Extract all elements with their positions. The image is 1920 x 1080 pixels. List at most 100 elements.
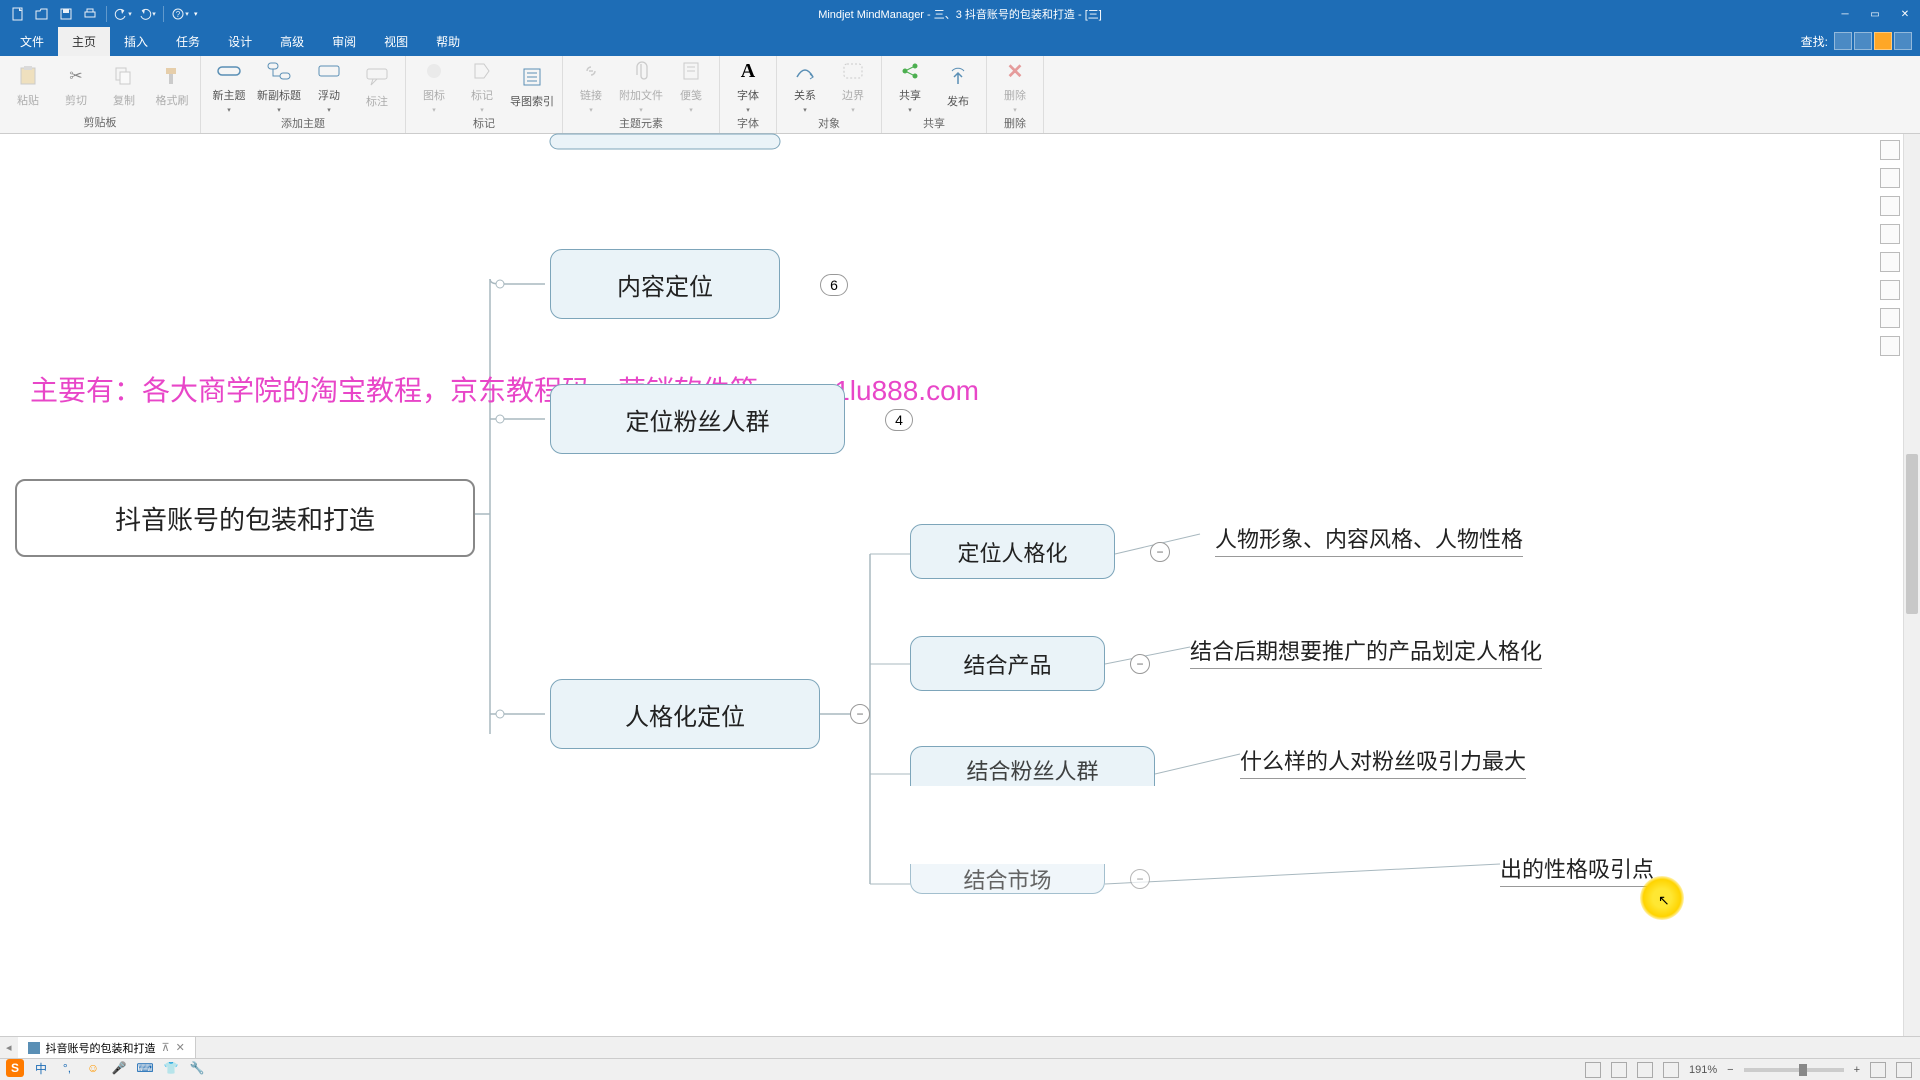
mindmap-node-persona-pos[interactable]: 定位人格化 — [910, 524, 1115, 579]
note-icon — [678, 58, 704, 84]
marker-group-label: 标记 — [414, 114, 554, 131]
tab-view[interactable]: 视图 — [370, 27, 422, 56]
ime-mic-icon[interactable]: 🎤 — [110, 1059, 128, 1077]
relation-button[interactable]: 关系▾ — [785, 58, 825, 114]
mindmap-node-content[interactable]: 内容定位 — [550, 249, 780, 319]
status-icon-2[interactable] — [1611, 1062, 1627, 1078]
sogou-icon[interactable]: S — [6, 1059, 24, 1077]
redo-icon[interactable]: ▾ — [137, 4, 157, 24]
icon-button[interactable]: 图标▾ — [414, 58, 454, 114]
new-topic-button[interactable]: 新主题▾ — [209, 58, 249, 114]
mindmap-leaf-market[interactable]: 出的性格吸引点 — [1500, 852, 1654, 887]
scrollbar-thumb[interactable] — [1906, 454, 1918, 614]
new-topic-icon — [216, 58, 242, 84]
collapse-toggle[interactable]: − — [850, 704, 870, 724]
mindmap-node-fans[interactable]: 定位粉丝人群 — [550, 384, 845, 454]
maximize-button[interactable]: ▭ — [1860, 0, 1890, 28]
status-icon-6[interactable] — [1896, 1062, 1912, 1078]
node-label: 结合市场 — [963, 863, 1051, 895]
node-badge-6[interactable]: 6 — [820, 274, 848, 296]
tab-home[interactable]: 主页 — [58, 27, 110, 56]
zoom-handle[interactable] — [1799, 1064, 1807, 1076]
node-label: 结合产品 — [963, 648, 1051, 680]
attach-button[interactable]: 附加文件▾ — [619, 58, 663, 114]
doctab-pin-icon[interactable]: ⊼ — [162, 1041, 170, 1054]
ime-emoji-icon[interactable]: ☺ — [84, 1059, 102, 1077]
map-index-icon — [519, 64, 545, 90]
tab-insert[interactable]: 插入 — [110, 27, 162, 56]
minimize-button[interactable]: ─ — [1830, 0, 1860, 28]
cut-icon: ✂ — [63, 63, 89, 89]
mindmap-leaf-fansgroup[interactable]: 什么样的人对粉丝吸引力最大 — [1240, 744, 1526, 779]
close-button[interactable]: ✕ — [1890, 0, 1920, 28]
font-button[interactable]: A字体▾ — [728, 58, 768, 114]
delete-button[interactable]: ✕删除▾ — [995, 58, 1035, 114]
tab-help[interactable]: 帮助 — [422, 27, 474, 56]
note-button[interactable]: 便笺▾ — [671, 58, 711, 114]
mindmap-node-persona[interactable]: 人格化定位 — [550, 679, 820, 749]
zoom-in-icon[interactable]: + — [1854, 1064, 1860, 1076]
new-file-icon[interactable] — [8, 4, 28, 24]
status-icon-1[interactable] — [1585, 1062, 1601, 1078]
save-icon[interactable] — [56, 4, 76, 24]
view-toggle-4[interactable] — [1894, 32, 1912, 50]
object-group-label: 对象 — [785, 114, 873, 131]
view-toggle-1[interactable] — [1834, 32, 1852, 50]
share-button[interactable]: 共享▾ — [890, 58, 930, 114]
tab-review[interactable]: 审阅 — [318, 27, 370, 56]
paste-icon — [15, 63, 41, 89]
mindmap-leaf-persona-pos[interactable]: 人物形象、内容风格、人物性格 — [1215, 522, 1523, 557]
view-toggle-2[interactable] — [1854, 32, 1872, 50]
status-icon-5[interactable] — [1870, 1062, 1886, 1078]
copy-button[interactable]: 复制 — [104, 63, 144, 108]
boundary-button[interactable]: 边界▾ — [833, 58, 873, 114]
collapse-toggle[interactable]: − — [1130, 654, 1150, 674]
print-icon[interactable] — [80, 4, 100, 24]
floating-button[interactable]: 浮动▾ — [309, 58, 349, 114]
map-index-button[interactable]: 导图索引 — [510, 64, 554, 109]
status-icon-3[interactable] — [1637, 1062, 1653, 1078]
ime-keyboard-icon[interactable]: ⌨ — [136, 1059, 154, 1077]
view-toggle-3[interactable] — [1874, 32, 1892, 50]
tab-file[interactable]: 文件 — [6, 27, 58, 56]
doctab-close-icon[interactable]: ✕ — [176, 1041, 185, 1054]
link-button[interactable]: 链接▾ — [571, 58, 611, 114]
tag-icon — [469, 58, 495, 84]
format-painter-icon — [159, 63, 185, 89]
tag-button[interactable]: 标记▾ — [462, 58, 502, 114]
mindmap-node-product[interactable]: 结合产品 — [910, 636, 1105, 691]
undo-icon[interactable]: ▾ — [113, 4, 133, 24]
new-subtopic-button[interactable]: 新副标题▾ — [257, 58, 301, 114]
ime-skin-icon[interactable]: 👕 — [162, 1059, 180, 1077]
vertical-scrollbar[interactable] — [1903, 134, 1920, 1040]
open-file-icon[interactable] — [32, 4, 52, 24]
collapse-toggle[interactable]: − — [1130, 869, 1150, 889]
publish-button[interactable]: 发布 — [938, 64, 978, 109]
ime-lang-icon[interactable]: 中 — [32, 1059, 50, 1077]
mindmap-node-fansgroup[interactable]: 结合粉丝人群 — [910, 746, 1155, 786]
paste-button[interactable]: 粘贴 — [8, 63, 48, 108]
mindmap-leaf-product[interactable]: 结合后期想要推广的产品划定人格化 — [1190, 634, 1542, 669]
collapse-toggle[interactable]: − — [1150, 542, 1170, 562]
help-icon[interactable]: ?▾ — [170, 4, 190, 24]
mindmap-root[interactable]: 抖音账号的包装和打造 — [15, 479, 475, 557]
status-icon-4[interactable] — [1663, 1062, 1679, 1078]
ime-punct-icon[interactable]: °, — [58, 1059, 76, 1077]
callout-button[interactable]: 标注 — [357, 64, 397, 109]
zoom-level[interactable]: 191% — [1689, 1064, 1717, 1076]
cut-button[interactable]: ✂剪切 — [56, 63, 96, 108]
mindmap-node-market[interactable]: 结合市场 — [910, 864, 1105, 894]
ime-tool-icon[interactable]: 🔧 — [188, 1059, 206, 1077]
tab-advanced[interactable]: 高级 — [266, 27, 318, 56]
zoom-slider[interactable] — [1744, 1068, 1844, 1072]
canvas-area[interactable]: 主要有：各大商学院的淘宝教程，京东教程码，营销软件等-www.1lu888.co… — [0, 134, 1920, 1040]
tab-design[interactable]: 设计 — [214, 27, 266, 56]
document-tabs: ◂ 抖音账号的包装和打造 ⊼ ✕ — [0, 1036, 1920, 1058]
zoom-out-icon[interactable]: − — [1727, 1064, 1733, 1076]
doctab-nav-left[interactable]: ◂ — [0, 1041, 18, 1054]
tab-task[interactable]: 任务 — [162, 27, 214, 56]
node-badge-4[interactable]: 4 — [885, 409, 913, 431]
format-painter-button[interactable]: 格式刷 — [152, 63, 192, 108]
delete-icon: ✕ — [1002, 58, 1028, 84]
boundary-icon — [840, 58, 866, 84]
